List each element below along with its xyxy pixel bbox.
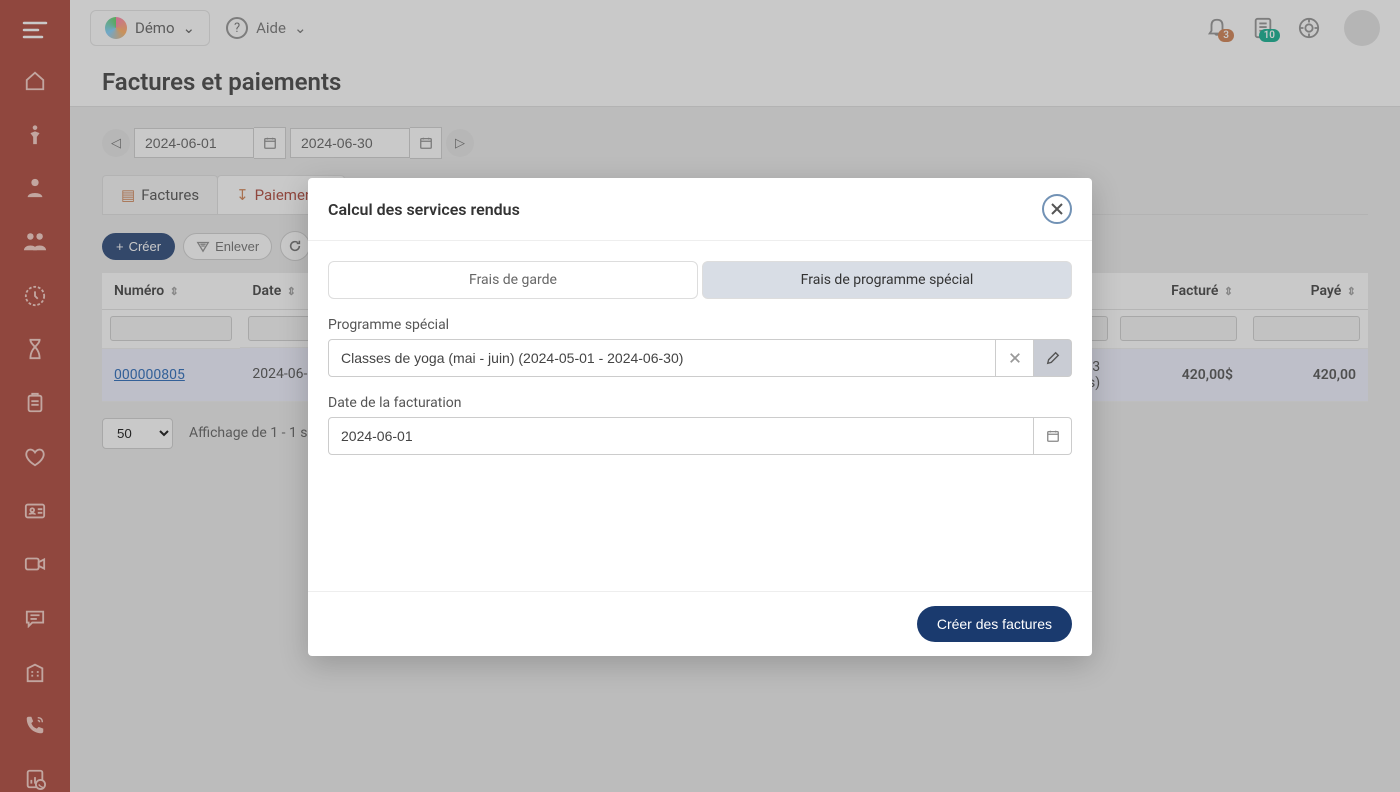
program-input[interactable] [328,339,996,377]
modal-title: Calcul des services rendus [328,200,520,219]
bill-date-input[interactable] [328,417,1034,455]
tab-frais-programme[interactable]: Frais de programme spécial [702,261,1072,299]
bill-date-label: Date de la facturation [328,395,1072,411]
program-field-group [328,339,1072,377]
bill-date-field-group [328,417,1072,455]
edit-program-button[interactable] [1034,339,1072,377]
modal-header: Calcul des services rendus [308,178,1092,241]
modal-overlay: Calcul des services rendus Frais de gard… [0,0,1400,792]
program-label: Programme spécial [328,317,1072,333]
tab-frais-garde[interactable]: Frais de garde [328,261,698,299]
clear-program-button[interactable] [996,339,1034,377]
modal: Calcul des services rendus Frais de gard… [308,178,1092,656]
segment-control: Frais de garde Frais de programme spécia… [328,261,1072,299]
close-button[interactable] [1042,194,1072,224]
modal-footer: Créer des factures [308,591,1092,656]
modal-body: Frais de garde Frais de programme spécia… [308,241,1092,591]
calendar-button[interactable] [1034,417,1072,455]
create-invoices-button[interactable]: Créer des factures [917,606,1072,642]
